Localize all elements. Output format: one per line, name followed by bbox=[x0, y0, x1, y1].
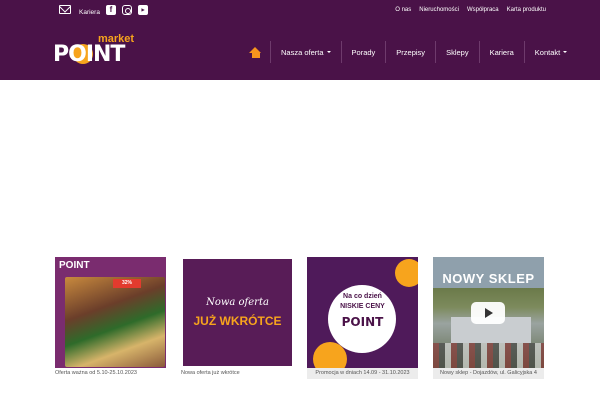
card-caption[interactable]: Nowa oferta już wkrótce bbox=[181, 368, 292, 379]
youtube-icon[interactable]: ▶ bbox=[138, 5, 148, 15]
promo-card-low-prices[interactable]: Na co dzień NISKIE CENY POINT Promocja w… bbox=[307, 257, 418, 379]
logo-market-text: market bbox=[98, 33, 135, 45]
top-link-nieruchomosci[interactable]: Nieruchomości bbox=[419, 7, 459, 13]
parking-lot bbox=[433, 343, 544, 368]
card-caption[interactable]: Oferta ważna od 5.10-25.10.2023 bbox=[55, 368, 166, 379]
leaflet-image[interactable]: POINT 32% bbox=[55, 257, 166, 368]
new-offer-line1: Nowa oferta bbox=[206, 297, 269, 308]
mail-icon[interactable] bbox=[59, 5, 71, 14]
nav-nasza-oferta[interactable]: Nasza oferta bbox=[270, 41, 341, 63]
card-caption[interactable]: Promocja w dniach 14.09 - 31.10.2023 bbox=[307, 368, 418, 379]
nav-label: Kariera bbox=[489, 47, 514, 57]
discount-tag: 32% bbox=[113, 279, 141, 288]
new-store-banner: NOWY SKLEP bbox=[442, 271, 535, 286]
nav-sklepy[interactable]: Sklepy bbox=[435, 41, 479, 63]
chevron-down-icon bbox=[326, 51, 331, 53]
low-prices-line2: NISKIE CENY bbox=[340, 303, 385, 310]
leaflet-logo: POINT bbox=[59, 260, 90, 271]
nav-przepisy[interactable]: Przepisy bbox=[385, 41, 435, 63]
main-nav: Nasza oferta Porady Przepisy Sklepy Kari… bbox=[241, 40, 577, 64]
site-header: Kariera f ▶ O nas Nieruchomości Współpra… bbox=[0, 0, 600, 80]
nav-label: Przepisy bbox=[396, 47, 426, 57]
top-career-link[interactable]: Kariera bbox=[79, 9, 100, 16]
new-offer-image[interactable]: Nowa oferta JUŻ WKRÓTCE bbox=[183, 259, 292, 366]
site-logo[interactable]: POINT market bbox=[53, 33, 143, 69]
play-icon[interactable] bbox=[471, 302, 505, 324]
new-offer-line2: JUŻ WKRÓTCE bbox=[193, 314, 282, 328]
instagram-icon[interactable] bbox=[122, 5, 132, 15]
top-link-o-nas[interactable]: O nas bbox=[395, 7, 411, 13]
decor-circle bbox=[395, 259, 418, 287]
promo-card-new-store[interactable]: NOWY SKLEP Nowy sklep - Dojazdów, ul. Ga… bbox=[433, 257, 544, 379]
products-photo bbox=[65, 277, 165, 367]
facebook-icon[interactable]: f bbox=[106, 5, 116, 15]
home-icon bbox=[249, 46, 262, 58]
top-link-wspolpraca[interactable]: Współpraca bbox=[467, 7, 499, 13]
top-link-karta-produktu[interactable]: Karta produktu bbox=[507, 7, 546, 13]
chevron-down-icon bbox=[563, 51, 568, 53]
nav-label: Kontakt bbox=[534, 47, 561, 57]
low-prices-image[interactable]: Na co dzień NISKIE CENY POINT bbox=[307, 257, 418, 368]
nav-label: Porady bbox=[351, 47, 376, 57]
new-store-video[interactable]: NOWY SKLEP bbox=[433, 257, 544, 368]
promo-card-new-offer[interactable]: Nowa oferta JUŻ WKRÓTCE Nowa oferta już … bbox=[181, 257, 292, 379]
nav-kontakt[interactable]: Kontakt bbox=[523, 41, 577, 63]
low-prices-brand: POINT bbox=[341, 315, 384, 329]
nav-kariera[interactable]: Kariera bbox=[478, 41, 524, 63]
card-caption[interactable]: Nowy sklep - Dojazdów, ul. Galicyjska 4 bbox=[433, 368, 544, 379]
nav-label: Nasza oferta bbox=[281, 47, 324, 57]
logo-point-text: POINT bbox=[53, 42, 125, 67]
nav-label: Sklepy bbox=[446, 47, 469, 57]
nav-home[interactable] bbox=[241, 41, 270, 63]
promo-card-leaflet[interactable]: POINT 32% Oferta ważna od 5.10-25.10.202… bbox=[55, 257, 166, 379]
low-prices-line1: Na co dzień bbox=[343, 293, 382, 300]
nav-porady[interactable]: Porady bbox=[340, 41, 386, 63]
top-links: O nas Nieruchomości Współpraca Karta pro… bbox=[395, 7, 546, 13]
top-bar: Kariera f ▶ O nas Nieruchomości Współpra… bbox=[0, 0, 600, 20]
